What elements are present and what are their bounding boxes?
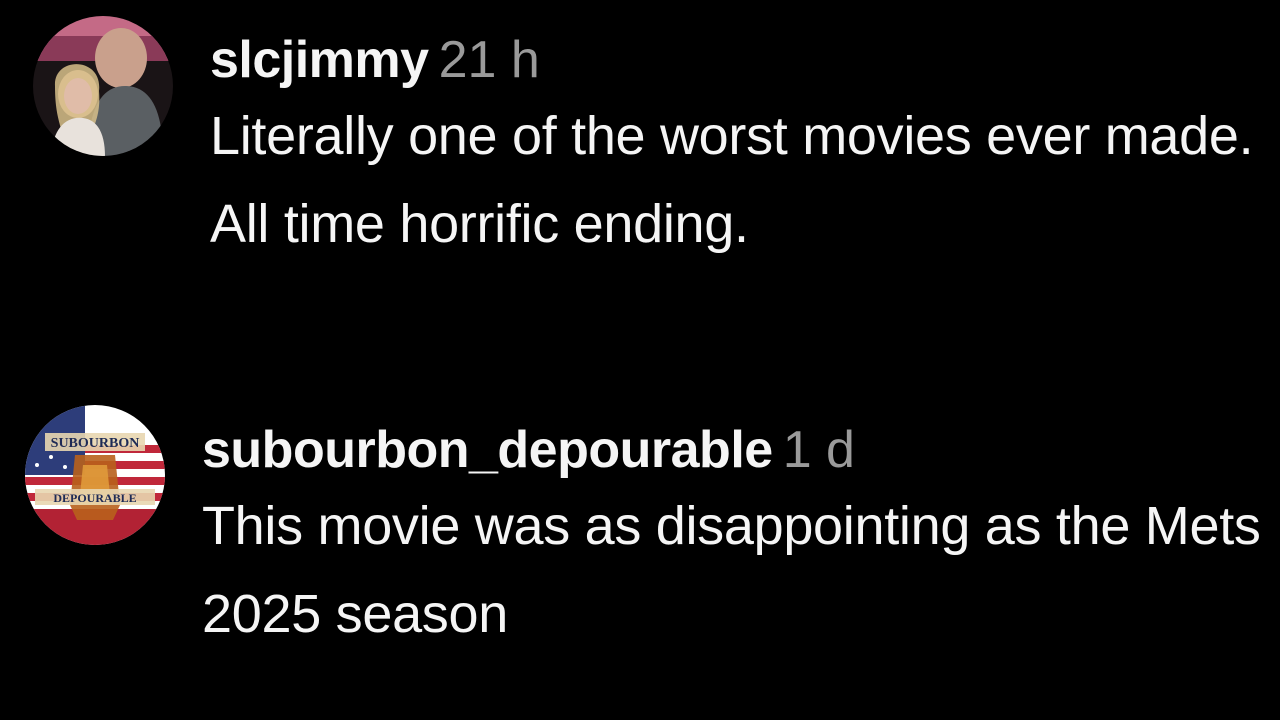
comment-text: This movie was as disappointing as the M… [202,496,1261,644]
timestamp: 21 h [438,31,540,89]
timestamp: 1 d [782,421,855,479]
username-link[interactable]: slcjimmy [210,31,429,89]
comment-header: subourbon_depourable 1 d [202,420,1272,480]
profile-photo-icon [33,16,173,156]
username-link[interactable]: subourbon_depourable [202,421,773,479]
avatar-text-top: SUBOURBON [51,436,140,451]
comment-text: Literally one of the worst movies ever m… [210,106,1254,254]
avatar-text-bottom: DEPOURABLE [53,491,136,505]
comment-item: slcjimmy 21 h Literally one of the worst … [0,0,1280,380]
avatar[interactable]: SUBOURBON DEPOURABLE [25,405,165,545]
avatar[interactable] [33,16,173,156]
comment-body: subourbon_depourable 1 d This movie was a… [202,420,1272,658]
comment-body: slcjimmy 21 h Literally one of the worst … [210,30,1270,268]
profile-logo-icon: SUBOURBON DEPOURABLE [25,405,165,545]
comment-item: SUBOURBON DEPOURABLE subourbon_depourabl… [0,390,1280,710]
comment-header: slcjimmy 21 h [210,30,1270,90]
